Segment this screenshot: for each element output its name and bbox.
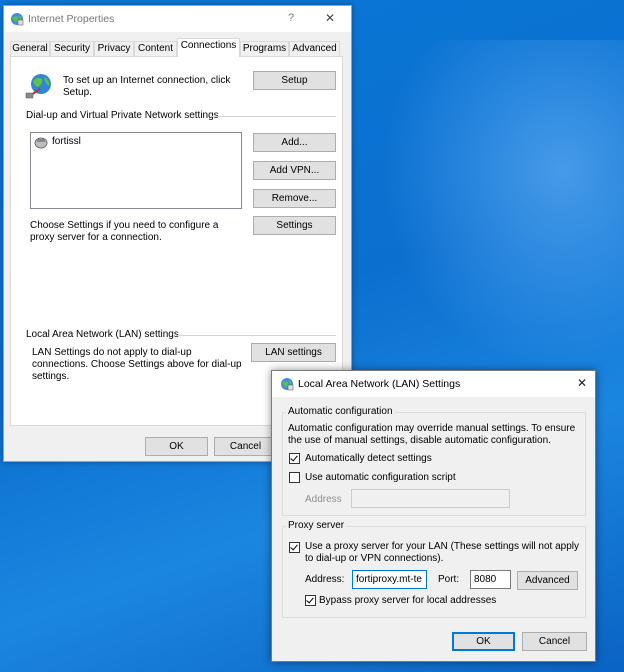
tab-privacy[interactable]: Privacy	[94, 41, 134, 56]
script-address-label: Address	[305, 494, 342, 505]
connection-name: fortissl	[52, 136, 81, 147]
internet-options-icon	[281, 378, 294, 391]
tab-content[interactable]: Content	[134, 41, 177, 56]
setup-description: To set up an Internet connection, click …	[63, 75, 231, 98]
tab-connections[interactable]: Connections	[177, 38, 240, 57]
dialup-section-label: Dial-up and Virtual Private Network sett…	[26, 110, 219, 121]
use-proxy-label[interactable]: Use a proxy server for your LAN (These s…	[305, 541, 581, 565]
cancel-button[interactable]: Cancel	[214, 437, 277, 456]
auto-detect-label[interactable]: Automatically detect settings	[305, 453, 432, 465]
close-button[interactable]: ✕	[325, 11, 335, 25]
desktop-background-glow	[380, 40, 624, 370]
close-button[interactable]: ✕	[577, 376, 587, 390]
bypass-local-label[interactable]: Bypass proxy server for local addresses	[319, 595, 496, 607]
tab-security[interactable]: Security	[50, 41, 94, 56]
lan-section-label: Local Area Network (LAN) settings	[26, 329, 179, 340]
cancel-button[interactable]: Cancel	[522, 632, 587, 651]
automatic-configuration-description: Automatic configuration may override man…	[288, 423, 576, 446]
proxy-server-title: Proxy server	[286, 520, 347, 532]
dialup-connection-icon	[34, 137, 48, 149]
auto-script-label[interactable]: Use automatic configuration script	[305, 472, 456, 484]
globe-network-icon	[25, 74, 51, 99]
use-proxy-checkbox[interactable]	[289, 542, 300, 553]
lan-description: LAN Settings do not apply to dial-up con…	[32, 347, 242, 382]
checkmark-icon	[306, 595, 314, 604]
add-button[interactable]: Add...	[253, 133, 336, 152]
lan-settings-button[interactable]: LAN settings	[251, 343, 336, 362]
proxy-address-label: Address:	[305, 574, 345, 585]
internet-options-icon	[11, 13, 24, 26]
window-title: Internet Properties	[28, 13, 115, 25]
checkmark-icon	[290, 453, 298, 462]
settings-description: Choose Settings if you need to configure…	[30, 220, 219, 243]
connections-list[interactable]: fortissl	[30, 132, 242, 209]
window-title: Local Area Network (LAN) Settings	[298, 378, 461, 390]
section-divider	[176, 335, 336, 336]
port-label: Port:	[438, 574, 460, 585]
add-vpn-button[interactable]: Add VPN...	[253, 161, 336, 180]
title-bar[interactable]: Local Area Network (LAN) Settings ✕	[272, 371, 595, 397]
help-button[interactable]: ?	[288, 12, 294, 24]
title-bar[interactable]: Internet Properties ? ✕	[4, 6, 351, 32]
settings-button[interactable]: Settings	[253, 216, 336, 235]
auto-detect-checkbox[interactable]	[289, 453, 300, 464]
tab-general[interactable]: General	[10, 41, 50, 56]
lan-settings-window: Local Area Network (LAN) Settings ✕ Auto…	[271, 370, 596, 662]
proxy-address-input[interactable]: fortiproxy.mt-te	[352, 570, 427, 589]
remove-button[interactable]: Remove...	[253, 189, 336, 208]
ok-button[interactable]: OK	[145, 437, 208, 456]
script-address-field[interactable]	[351, 489, 510, 508]
ok-button[interactable]: OK	[452, 632, 515, 651]
advanced-button[interactable]: Advanced	[517, 571, 578, 590]
checkmark-icon	[290, 542, 298, 551]
section-divider	[211, 116, 336, 117]
port-input[interactable]: 8080	[470, 570, 511, 589]
setup-button[interactable]: Setup	[253, 71, 336, 90]
auto-script-checkbox[interactable]	[289, 472, 300, 483]
automatic-configuration-title: Automatic configuration	[286, 406, 395, 418]
tab-programs[interactable]: Programs	[240, 41, 289, 56]
bypass-local-checkbox[interactable]	[305, 595, 316, 606]
tab-advanced[interactable]: Advanced	[289, 41, 340, 56]
